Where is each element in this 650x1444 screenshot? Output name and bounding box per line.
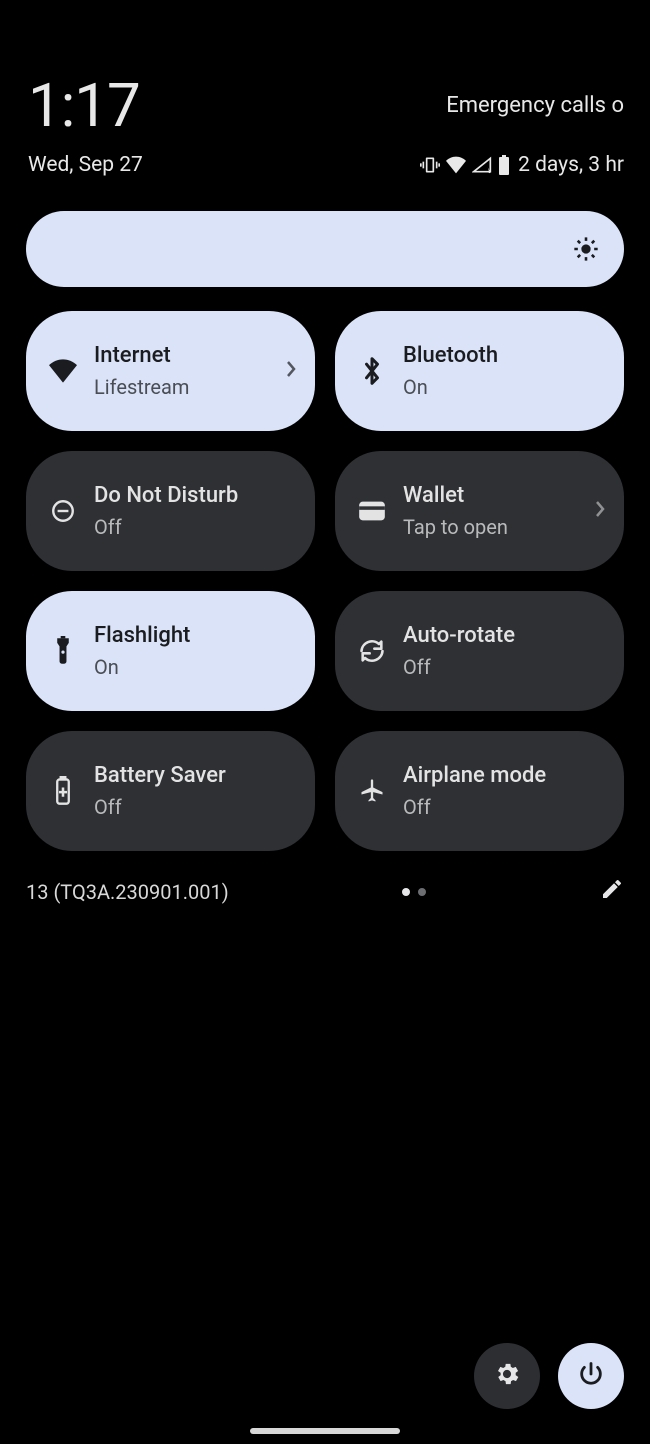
tile-subtitle: Off xyxy=(94,514,297,540)
power-icon xyxy=(577,1360,605,1392)
tile-subtitle: Off xyxy=(403,794,606,820)
brightness-slider[interactable] xyxy=(26,211,624,287)
navigation-handle[interactable] xyxy=(250,1428,400,1434)
page-dot xyxy=(402,888,410,896)
wifi-icon xyxy=(48,356,78,386)
tile-auto-rotate[interactable]: Auto-rotate Off xyxy=(335,591,624,711)
do-not-disturb-icon xyxy=(48,496,78,526)
tile-subtitle: On xyxy=(403,374,606,400)
brightness-icon xyxy=(572,235,600,263)
tile-title: Wallet xyxy=(403,482,578,511)
tile-title: Flashlight xyxy=(94,622,297,651)
tile-subtitle: Off xyxy=(94,794,297,820)
build-label: 13 (TQ3A.230901.001) xyxy=(26,880,229,904)
tile-internet[interactable]: Internet Lifestream xyxy=(26,311,315,431)
auto-rotate-icon xyxy=(357,636,387,666)
signal-icon xyxy=(472,156,492,174)
tile-airplane-mode[interactable]: Airplane mode Off xyxy=(335,731,624,851)
tile-bluetooth[interactable]: Bluetooth On xyxy=(335,311,624,431)
gear-icon xyxy=(493,1360,521,1392)
tile-title: Auto-rotate xyxy=(403,622,606,651)
bluetooth-icon xyxy=(357,356,387,386)
date-label[interactable]: Wed, Sep 27 xyxy=(28,153,143,177)
page-indicator[interactable] xyxy=(402,888,426,896)
tile-flashlight[interactable]: Flashlight On xyxy=(26,591,315,711)
tile-title: Do Not Disturb xyxy=(94,482,297,511)
battery-saver-icon xyxy=(48,776,78,806)
airplane-icon xyxy=(357,776,387,806)
tile-subtitle: Tap to open xyxy=(403,514,578,540)
tile-subtitle: Off xyxy=(403,654,606,680)
tile-wallet[interactable]: Wallet Tap to open xyxy=(335,451,624,571)
clock-time[interactable]: 1:17 xyxy=(28,70,140,141)
power-button[interactable] xyxy=(558,1343,624,1409)
chevron-right-icon[interactable] xyxy=(285,359,297,383)
battery-estimate: 2 days, 3 hr xyxy=(518,153,624,177)
settings-button[interactable] xyxy=(474,1343,540,1409)
edit-tiles-button[interactable] xyxy=(600,877,624,906)
tile-subtitle: On xyxy=(94,654,297,680)
wallet-icon xyxy=(357,496,387,526)
vibrate-icon xyxy=(420,155,440,175)
tile-title: Internet xyxy=(94,342,269,371)
flashlight-icon xyxy=(48,636,78,666)
tile-title: Battery Saver xyxy=(94,762,297,791)
tile-subtitle: Lifestream xyxy=(94,374,269,400)
page-dot xyxy=(418,888,426,896)
status-bar: 2 days, 3 hr xyxy=(420,153,624,177)
tile-title: Airplane mode xyxy=(403,762,606,791)
tile-title: Bluetooth xyxy=(403,342,606,371)
emergency-calls-label[interactable]: Emergency calls o xyxy=(446,93,624,118)
tile-do-not-disturb[interactable]: Do Not Disturb Off xyxy=(26,451,315,571)
wifi-icon xyxy=(446,156,466,174)
battery-icon xyxy=(498,155,510,175)
tile-battery-saver[interactable]: Battery Saver Off xyxy=(26,731,315,851)
chevron-right-icon[interactable] xyxy=(594,499,606,523)
